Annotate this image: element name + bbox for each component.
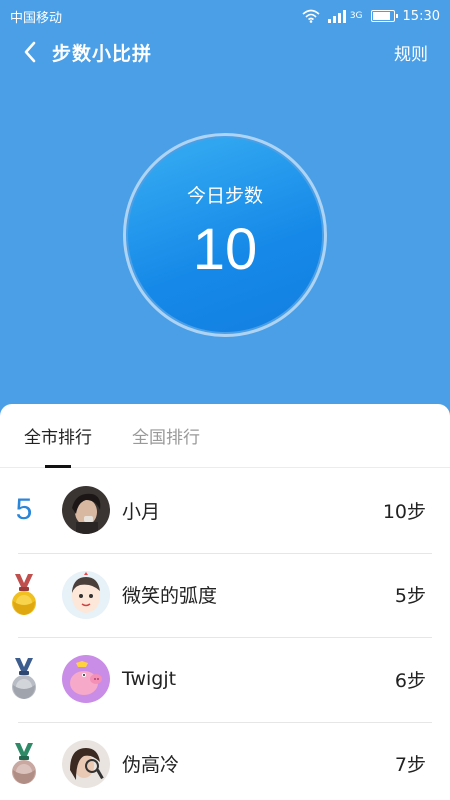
ranking-row[interactable]: 微笑的弧度 5步 xyxy=(0,552,450,638)
today-steps-circle: 今日步数 10 xyxy=(128,138,322,332)
back-button[interactable] xyxy=(8,32,52,72)
gold-medal-icon xyxy=(12,573,36,615)
tab-national-ranking-label: 全国排行 xyxy=(132,428,200,448)
bronze-medal-icon xyxy=(12,742,36,784)
rank-number: 5 xyxy=(15,493,33,527)
avatar-photo-girl xyxy=(62,739,110,788)
player-name: Twigjt xyxy=(122,668,177,691)
ranking-tabs: 全市排行 全国排行 xyxy=(0,404,450,468)
wifi-icon xyxy=(302,9,320,23)
carrier-label: 中国移动 xyxy=(10,10,63,26)
rules-button[interactable]: 规则 xyxy=(394,40,428,65)
silver-medal-icon xyxy=(12,658,36,700)
tab-national-ranking[interactable]: 全国排行 xyxy=(132,404,200,468)
today-steps-value: 10 xyxy=(192,217,258,282)
ranking-row[interactable]: 伪高冷 7步 xyxy=(0,721,450,800)
tab-city-ranking[interactable]: 全市排行 xyxy=(24,404,92,468)
status-time: 15:30 xyxy=(402,8,440,24)
tab-city-ranking-label: 全市排行 xyxy=(24,428,92,448)
player-score: 10步 xyxy=(382,500,426,523)
player-name: 微笑的弧度 xyxy=(122,585,218,608)
status-icons: 3G 15:30 xyxy=(302,9,440,24)
ranking-card: 全市排行 全国排行 5 小月 10步 微笑的弧度 5步 Twigjt 6步 伪高… xyxy=(0,404,450,800)
today-steps-label: 今日步数 xyxy=(186,185,263,207)
player-name: 伪高冷 xyxy=(122,754,180,777)
player-score: 5步 xyxy=(394,585,426,608)
rank-slot xyxy=(0,657,64,701)
ranking-row-self[interactable]: 5 小月 10步 xyxy=(0,468,450,553)
network-type-label: 3G xyxy=(349,11,363,21)
ranking-row[interactable]: Twigjt 6步 xyxy=(0,637,450,722)
rank-slot xyxy=(0,742,64,786)
battery-icon xyxy=(370,10,398,22)
avatar-cartoon-pig xyxy=(62,655,110,704)
rank-slot: 5 xyxy=(0,493,64,527)
today-steps-ring: 今日步数 10 xyxy=(123,133,327,337)
avatar-photo-woman xyxy=(62,486,110,535)
signal-icon xyxy=(327,9,346,23)
status-bar: 中国移动 3G 15:30 xyxy=(0,0,450,32)
player-name: 小月 xyxy=(122,500,161,523)
title-bar: 步数小比拼 规则 xyxy=(0,32,450,72)
rank-slot xyxy=(0,573,64,617)
chevron-left-icon xyxy=(24,41,36,63)
page-title: 步数小比拼 xyxy=(52,42,153,65)
avatar-cartoon-boy xyxy=(62,570,110,619)
battery-level-fill xyxy=(372,12,390,20)
player-score: 6步 xyxy=(394,669,426,692)
player-score: 7步 xyxy=(394,754,426,777)
